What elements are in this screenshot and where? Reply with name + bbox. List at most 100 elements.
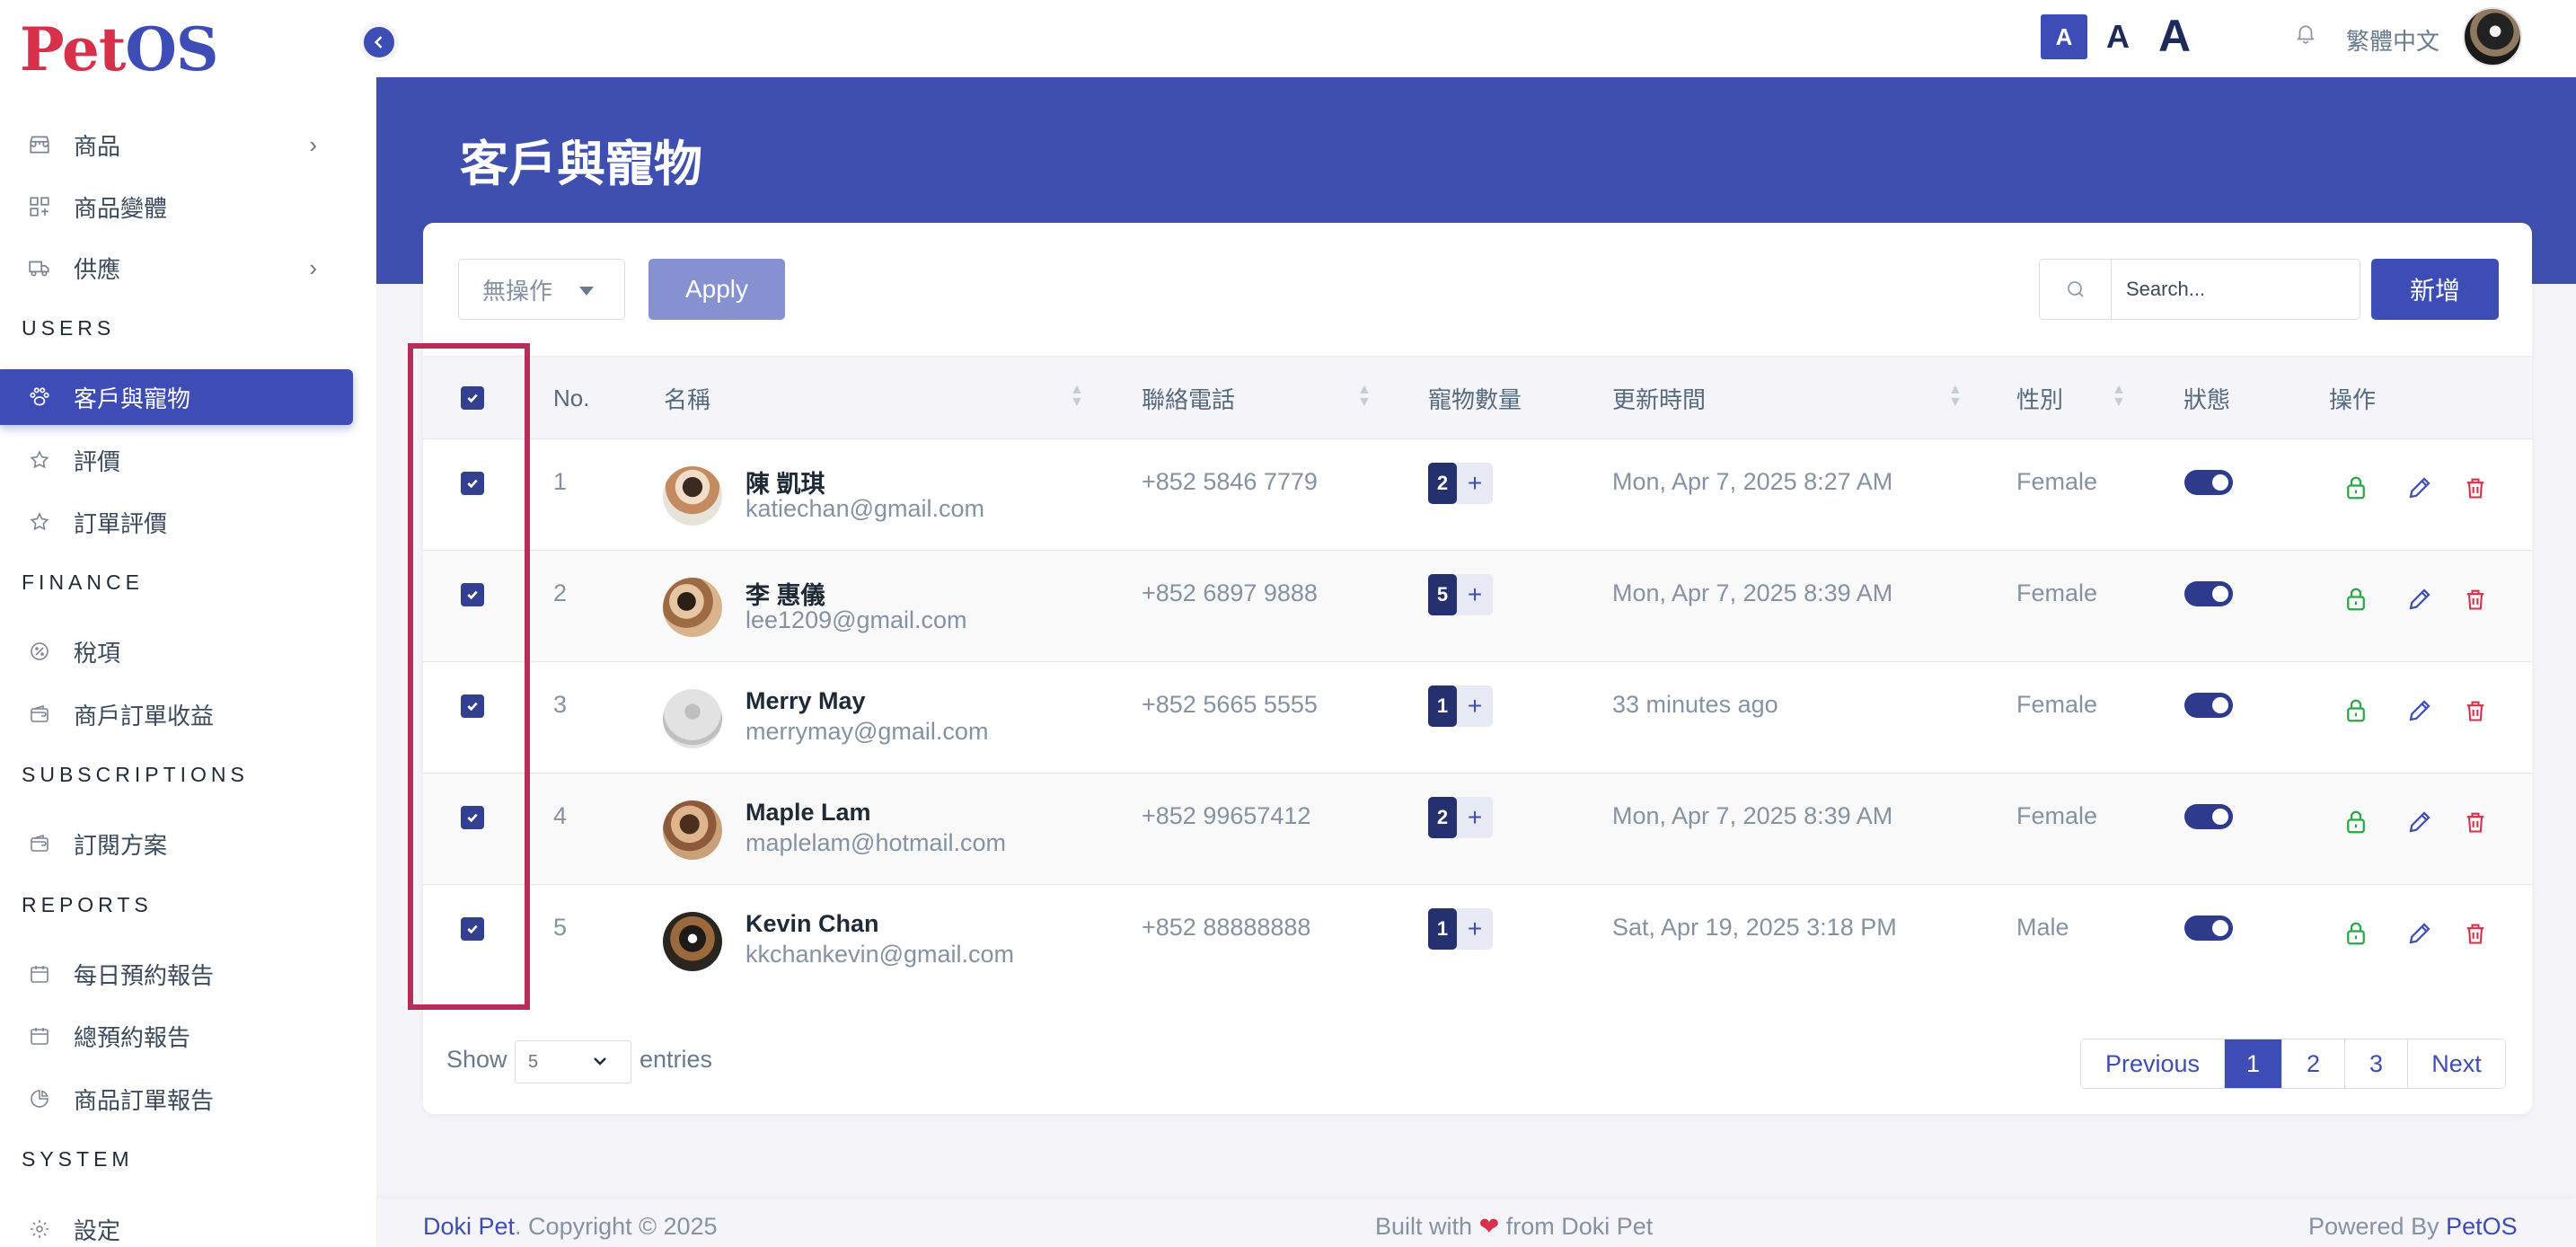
- bulk-action-select[interactable]: 無操作: [458, 259, 625, 320]
- add-button[interactable]: 新增: [2371, 259, 2499, 320]
- sidebar-collapse-button[interactable]: [359, 22, 399, 62]
- pet-count-badge[interactable]: 2: [1428, 463, 1457, 504]
- trash-icon[interactable]: [2457, 915, 2493, 951]
- sidebar-item-reviews[interactable]: 評價: [0, 432, 353, 488]
- sidebar-item-variants[interactable]: 商品變體: [0, 179, 353, 234]
- page-button-3[interactable]: 3: [2345, 1039, 2408, 1088]
- font-size-small-button[interactable]: A: [2041, 14, 2087, 59]
- header-phone[interactable]: 聯絡電話: [1142, 357, 1235, 439]
- customer-email: merrymay@gmail.com: [745, 718, 989, 745]
- sidebar-item-customers-pets[interactable]: 客戶與寵物: [0, 369, 353, 425]
- wallet-icon: [27, 831, 52, 856]
- pagination: Previous 1 2 3 Next: [2080, 1039, 2506, 1089]
- add-pet-button[interactable]: +: [1457, 908, 1493, 950]
- status-toggle[interactable]: [2184, 470, 2233, 495]
- header-gender[interactable]: 性別: [2016, 357, 2063, 439]
- edit-icon[interactable]: [2402, 693, 2438, 729]
- trash-icon[interactable]: [2457, 804, 2493, 840]
- sidebar-item-label: 稅項: [74, 639, 121, 667]
- sidebar-item-products[interactable]: 商品 ›: [0, 117, 353, 172]
- pet-count: 5 +: [1428, 574, 1493, 615]
- page-button-1[interactable]: 1: [2225, 1039, 2282, 1088]
- store-icon: [27, 132, 52, 157]
- pet-count-badge[interactable]: 1: [1428, 685, 1457, 727]
- previous-page-button[interactable]: Previous: [2081, 1039, 2225, 1088]
- sidebar-item-daily-booking-report[interactable]: 每日預約報告: [0, 946, 353, 1002]
- row-no: 2: [553, 579, 568, 606]
- page-button-2[interactable]: 2: [2282, 1039, 2345, 1088]
- add-pet-button[interactable]: +: [1457, 797, 1493, 838]
- lock-icon[interactable]: [2338, 915, 2374, 951]
- pet-count-badge[interactable]: 5: [1428, 574, 1457, 615]
- sidebar-item-supply[interactable]: 供應 ›: [0, 240, 353, 296]
- edit-icon[interactable]: [2402, 915, 2438, 951]
- sidebar-item-tax[interactable]: 稅項: [0, 624, 353, 679]
- edit-icon[interactable]: [2402, 470, 2438, 506]
- trash-icon[interactable]: [2457, 581, 2493, 617]
- search-box[interactable]: Search...: [2039, 259, 2360, 320]
- footer-copyright: Doki Pet. Copyright © 2025: [423, 1213, 718, 1240]
- chevron-right-icon: ›: [309, 253, 317, 281]
- updated-cell: Mon, Apr 7, 2025 8:27 AM: [1612, 468, 1893, 495]
- checkbox-column-highlight: [408, 343, 530, 1010]
- gear-icon: [27, 1216, 52, 1242]
- search-input[interactable]: Search...: [2112, 278, 2205, 301]
- trash-icon[interactable]: [2457, 470, 2493, 506]
- font-size-large-button[interactable]: A: [2152, 9, 2197, 63]
- lock-icon[interactable]: [2338, 693, 2374, 729]
- edit-icon[interactable]: [2402, 804, 2438, 840]
- sidebar: PetOS 商品 › 商品變體 供應 › USERS 客戶與寵物 評價 訂單評價…: [0, 0, 376, 1247]
- status-toggle[interactable]: [2184, 693, 2233, 718]
- status-toggle[interactable]: [2184, 581, 2233, 606]
- header-updated[interactable]: 更新時間: [1612, 357, 1706, 439]
- sidebar-item-label: 商品: [74, 132, 121, 160]
- footer-company-link[interactable]: Doki Pet: [423, 1213, 515, 1240]
- lock-icon[interactable]: [2338, 581, 2374, 617]
- sidebar-item-label: 客戶與寵物: [74, 385, 191, 412]
- sidebar-item-label: 商戶訂單收益: [74, 702, 215, 730]
- sidebar-item-subscription-plans[interactable]: 訂閱方案: [0, 816, 353, 871]
- add-pet-button[interactable]: +: [1457, 685, 1493, 727]
- header-pet-count[interactable]: 寵物數量: [1428, 357, 1522, 439]
- sidebar-item-total-booking-report[interactable]: 總預約報告: [0, 1008, 353, 1064]
- row-no: 3: [553, 691, 568, 718]
- footer-petos-link[interactable]: PetOS: [2446, 1213, 2518, 1240]
- entries-label: entries: [640, 1046, 713, 1073]
- page-title: 客戶與寵物: [460, 137, 702, 191]
- language-switcher[interactable]: 繁體中文: [2346, 23, 2439, 57]
- customer-email: maplelam@hotmail.com: [745, 829, 1006, 856]
- sort-icon[interactable]: ▲ ▼: [1357, 383, 1372, 410]
- sidebar-item-product-order-report[interactable]: 商品訂單報告: [0, 1071, 353, 1127]
- pet-count-badge[interactable]: 1: [1428, 908, 1457, 950]
- header-no[interactable]: No.: [553, 357, 589, 439]
- search-icon: [2040, 260, 2112, 319]
- next-page-button[interactable]: Next: [2408, 1039, 2505, 1088]
- add-pet-button[interactable]: +: [1457, 574, 1493, 615]
- lock-icon[interactable]: [2338, 804, 2374, 840]
- sidebar-item-order-reviews[interactable]: 訂單評價: [0, 494, 353, 550]
- page-size-value: 5: [528, 1051, 539, 1072]
- sort-icon[interactable]: ▲ ▼: [2112, 383, 2126, 410]
- sidebar-item-settings[interactable]: 設定: [0, 1201, 353, 1247]
- pet-count: 2 +: [1428, 797, 1493, 838]
- lock-icon[interactable]: [2338, 470, 2374, 506]
- font-size-medium-button[interactable]: A: [2098, 14, 2138, 59]
- add-pet-button[interactable]: +: [1457, 463, 1493, 504]
- status-toggle[interactable]: [2184, 804, 2233, 829]
- apply-button[interactable]: Apply: [648, 259, 785, 320]
- pet-count-badge[interactable]: 2: [1428, 797, 1457, 838]
- header-actions: 操作: [2329, 385, 2377, 413]
- user-avatar[interactable]: [2463, 7, 2522, 66]
- sort-icon[interactable]: ▲ ▼: [1948, 383, 1963, 410]
- edit-icon[interactable]: [2402, 581, 2438, 617]
- brand-logo[interactable]: PetOS: [20, 14, 219, 84]
- header-name[interactable]: 名稱: [664, 357, 710, 439]
- bell-icon[interactable]: [2294, 20, 2317, 51]
- trash-icon[interactable]: [2457, 693, 2493, 729]
- phone-cell: +852 5665 5555: [1142, 691, 1318, 718]
- calendar-icon: [27, 1023, 52, 1048]
- status-toggle[interactable]: [2184, 915, 2233, 941]
- sort-icon[interactable]: ▲ ▼: [1070, 383, 1084, 410]
- page-size-select[interactable]: 5: [515, 1040, 631, 1083]
- sidebar-item-merchant-revenue[interactable]: 商戶訂單收益: [0, 686, 353, 742]
